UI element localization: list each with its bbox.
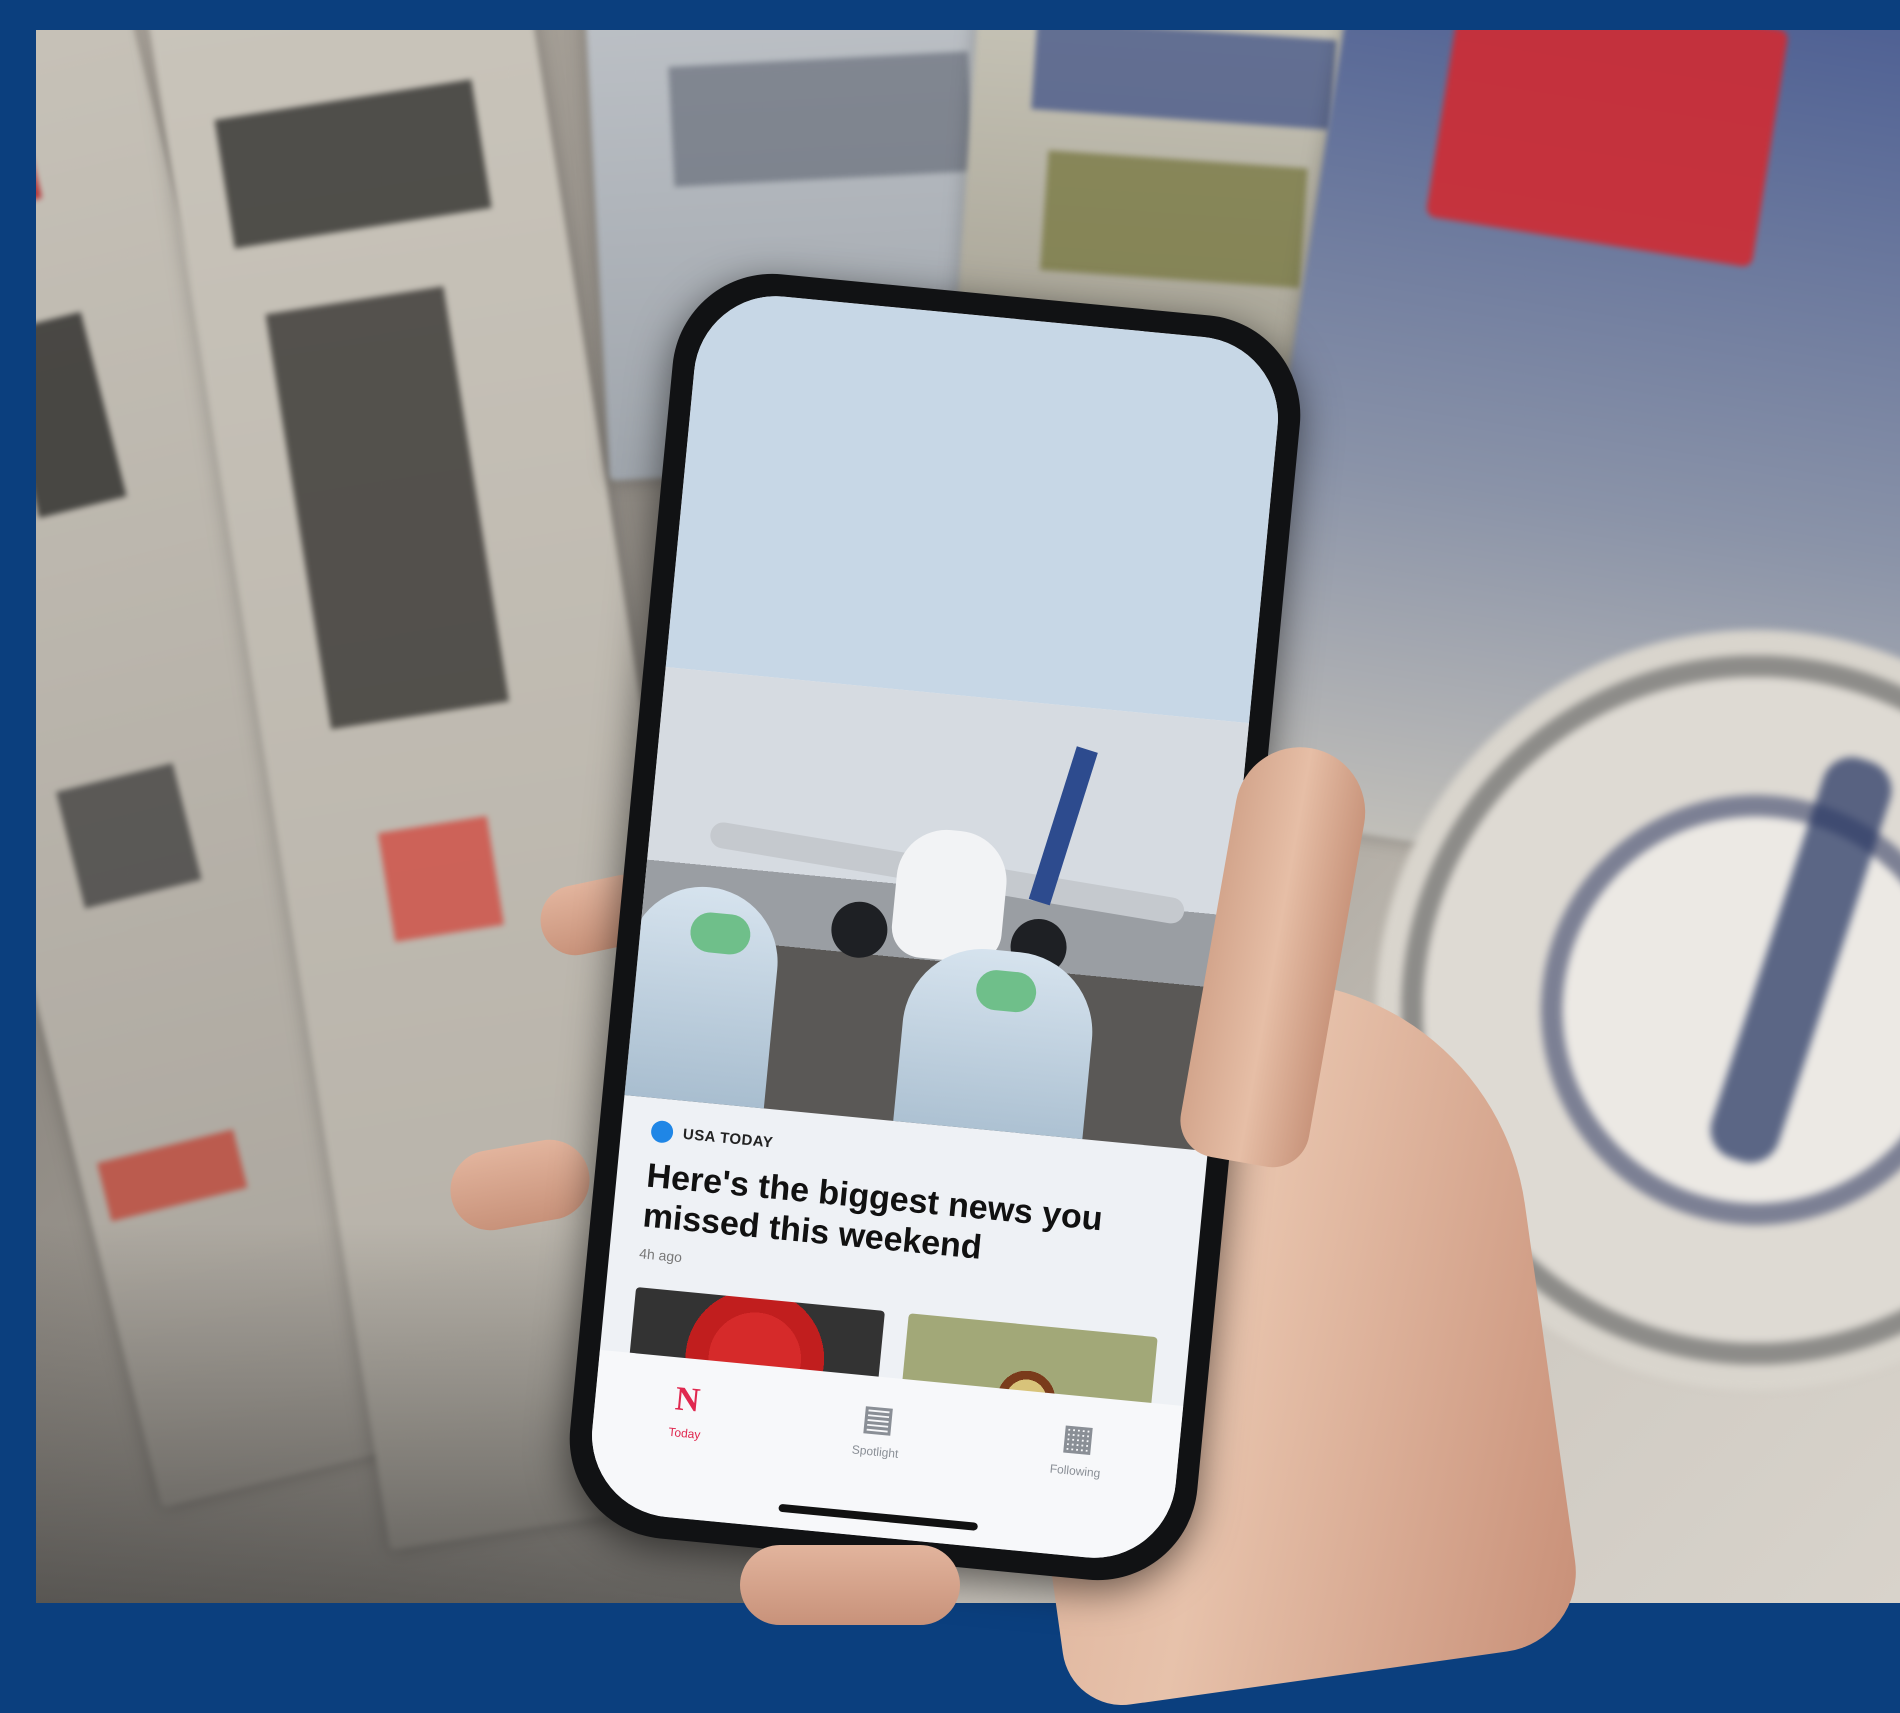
news-logo-icon: N	[673, 1380, 702, 1420]
phone-screen: USA TODAY Here's the biggest news you mi…	[584, 288, 1286, 1566]
tab-label: Spotlight	[851, 1442, 900, 1461]
tab-label: Following	[1049, 1461, 1101, 1481]
tab-label: Today	[667, 1424, 702, 1442]
smartphone: USA TODAY Here's the biggest news you mi…	[560, 264, 1310, 1590]
blank-header-area	[665, 288, 1286, 724]
source-name: USA TODAY	[682, 1125, 775, 1151]
following-icon: ▦	[1060, 1417, 1097, 1459]
article-hero-image[interactable]	[624, 666, 1249, 1152]
home-indicator[interactable]	[778, 1503, 979, 1531]
tab-spotlight[interactable]: ▤ Spotlight	[851, 1398, 903, 1461]
tab-following[interactable]: ▦ Following	[1049, 1418, 1105, 1481]
spotlight-icon: ▤	[860, 1398, 897, 1440]
source-logo-icon	[650, 1119, 675, 1144]
finger	[740, 1545, 960, 1625]
tab-today[interactable]: N Today	[667, 1380, 705, 1442]
